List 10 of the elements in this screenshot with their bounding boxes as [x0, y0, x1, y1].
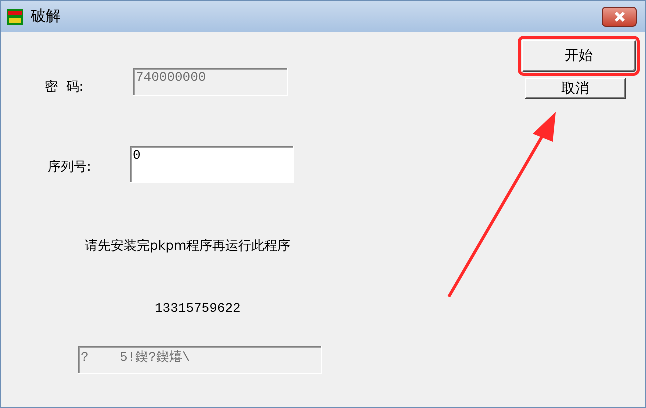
window-title: 破解: [31, 7, 61, 26]
close-icon: [612, 10, 626, 22]
field-label: 序列号:: [48, 159, 92, 176]
close-button[interactable]: [602, 6, 637, 26]
input-field[interactable]: 0: [130, 146, 294, 183]
message-text: 请先安装完pkpm程序再运行此程序: [85, 238, 292, 255]
field-label: 密 码:: [45, 79, 85, 96]
cancel-button[interactable]: 取消: [525, 78, 626, 99]
number-text: 13315759622: [155, 301, 241, 316]
app-icon: [7, 8, 23, 24]
